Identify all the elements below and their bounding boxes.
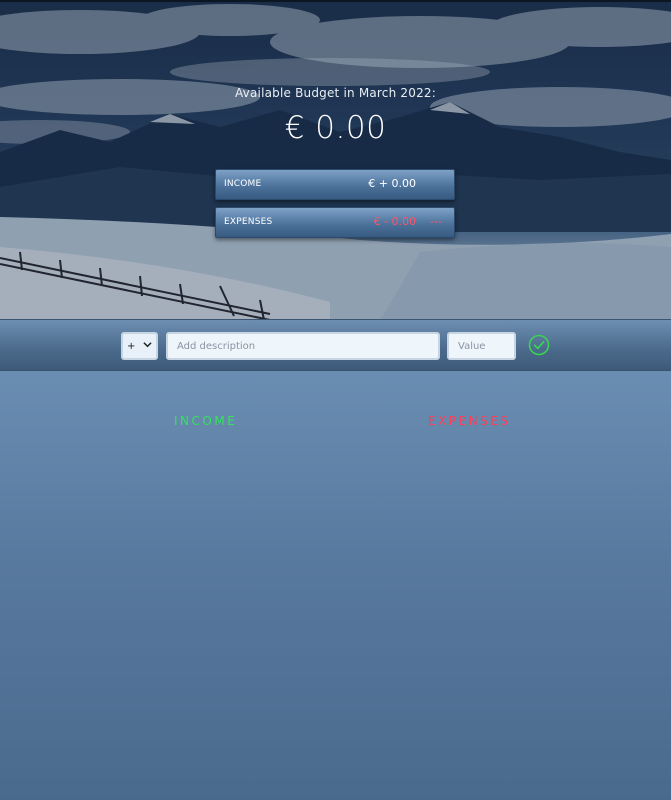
income-summary: INCOME € + 0.00 bbox=[215, 169, 455, 200]
header-overlay bbox=[0, 2, 671, 321]
add-item-button[interactable] bbox=[528, 334, 550, 356]
value-input[interactable] bbox=[447, 332, 516, 360]
income-list-title: INCOME bbox=[174, 414, 238, 428]
type-select[interactable]: + bbox=[121, 332, 158, 360]
expenses-summary: EXPENSES € - 0.00 --- bbox=[215, 207, 455, 238]
expenses-summary-value: € - 0.00 bbox=[373, 215, 416, 228]
expenses-summary-label: EXPENSES bbox=[224, 217, 273, 227]
chevron-down-icon bbox=[143, 340, 152, 352]
type-select-value: + bbox=[127, 341, 136, 352]
check-circle-icon bbox=[528, 334, 550, 356]
description-input[interactable] bbox=[166, 332, 440, 360]
income-summary-label: INCOME bbox=[224, 179, 262, 189]
available-budget-value: € 0.00 bbox=[284, 110, 387, 146]
income-summary-value: € + 0.00 bbox=[368, 177, 416, 190]
add-item-bar: + bbox=[0, 319, 671, 371]
budget-header: Available Budget in March 2022: € 0.00 I… bbox=[0, 0, 671, 321]
lists-section: INCOME EXPENSES bbox=[0, 371, 671, 800]
expenses-percentage: --- bbox=[430, 215, 442, 228]
budget-title: Available Budget in March 2022: bbox=[234, 86, 437, 100]
expenses-list-title: EXPENSES bbox=[428, 414, 511, 428]
